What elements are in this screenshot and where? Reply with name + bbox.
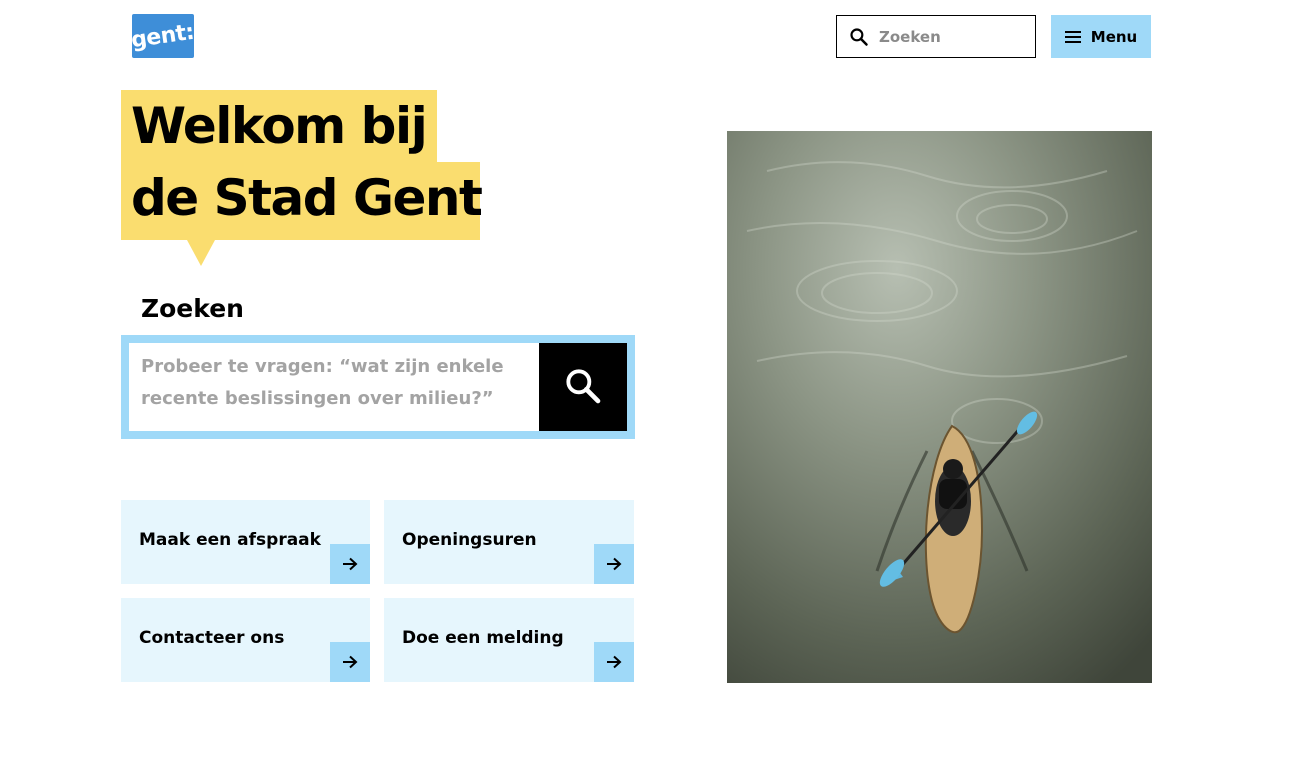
main-search-input[interactable] [129, 343, 539, 431]
header-search[interactable] [836, 15, 1036, 58]
quick-link-label: Doe een melding [402, 628, 564, 648]
quick-link-label: Maak een afspraak [139, 530, 321, 550]
arrow-right-icon [594, 544, 634, 584]
search-heading: Zoeken [141, 294, 244, 323]
speech-bubble-tail [187, 240, 215, 266]
quick-link-melding[interactable]: Doe een melding [384, 598, 634, 682]
quick-link-afspraak[interactable]: Maak een afspraak [121, 500, 370, 584]
quick-link-label: Openingsuren [402, 530, 537, 550]
arrow-right-icon [594, 642, 634, 682]
quick-link-label: Contacteer ons [139, 628, 285, 648]
hero-title: Welkom bij de Stad Gent [121, 90, 483, 266]
hero-title-line-1: Welkom bij [121, 90, 437, 162]
quick-link-openingsuren[interactable]: Openingsuren [384, 500, 634, 584]
gent-logo[interactable]: gent: [129, 14, 197, 58]
header-search-input[interactable] [879, 27, 1019, 46]
search-submit-button[interactable] [539, 343, 627, 431]
search-icon [563, 366, 603, 409]
hero-title-line-2: de Stad Gent [121, 162, 483, 240]
hero-photo-kayak [727, 131, 1152, 683]
arrow-right-icon [330, 642, 370, 682]
main-search-box [121, 335, 635, 439]
logo-text: gent: [129, 19, 197, 53]
menu-button[interactable]: Menu [1051, 15, 1151, 58]
search-icon [849, 27, 869, 47]
menu-label: Menu [1090, 27, 1138, 46]
arrow-right-icon [330, 544, 370, 584]
quick-link-contact[interactable]: Contacteer ons [121, 598, 370, 682]
hamburger-icon [1064, 30, 1081, 43]
